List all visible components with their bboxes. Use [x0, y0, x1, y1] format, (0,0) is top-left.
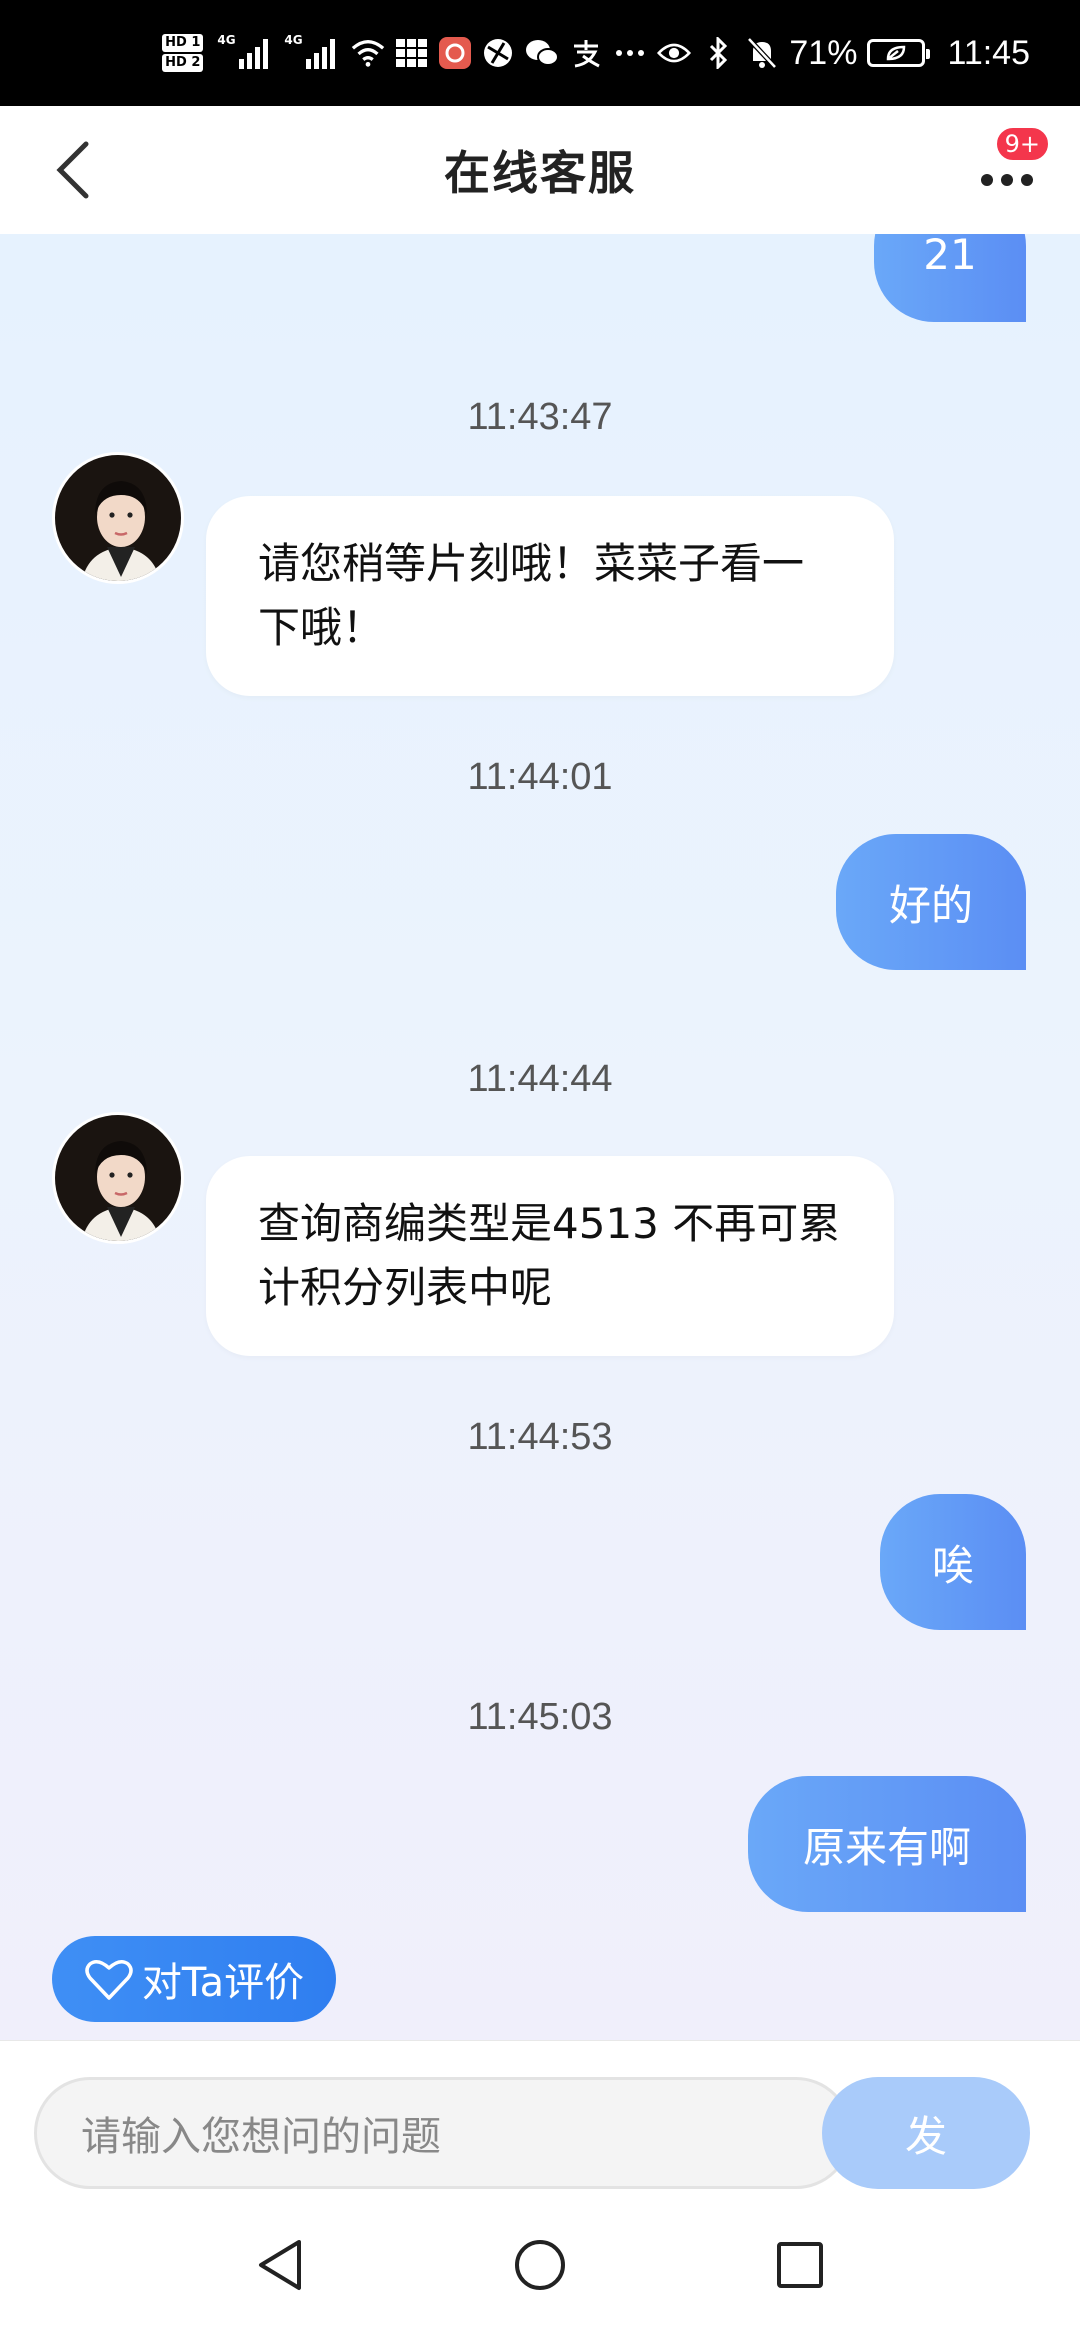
triangle-back-icon	[259, 2240, 301, 2290]
agent-avatar[interactable]	[52, 452, 184, 584]
app-header: 在线客服	[0, 106, 1080, 234]
clock: 11:45	[947, 33, 1030, 72]
message-timestamp: 11:44:01	[467, 756, 613, 798]
battery-icon	[867, 39, 931, 67]
battery-percent: 71%	[789, 33, 858, 72]
bluetooth-icon	[701, 36, 735, 70]
message-text: 原来有啊	[802, 1822, 971, 1872]
alipay-icon	[569, 36, 603, 70]
hd-label-2: HD 2	[162, 54, 204, 72]
message-text: 21	[923, 234, 977, 279]
chat-message-list[interactable]: 21 11:43:47 请您稍等片刻哦！菜菜子看一下哦！ 11:44:01 好的…	[0, 234, 1080, 2040]
network-label-1: 4G	[217, 33, 236, 47]
grid-app-icon	[395, 36, 429, 70]
app-notification-icon	[439, 37, 472, 69]
nav-home-button[interactable]	[510, 2235, 570, 2295]
more-dots-icon	[613, 36, 647, 70]
heart-icon	[85, 1960, 133, 2000]
incoming-message[interactable]: 请您稍等片刻哦！菜菜子看一下哦！	[206, 496, 894, 696]
agent-avatar[interactable]	[52, 1112, 184, 1244]
more-dot-icon	[1001, 174, 1013, 186]
signal-icon: 4G	[284, 33, 336, 69]
message-text: 唉	[932, 1540, 975, 1590]
square-recents-icon	[777, 2242, 823, 2288]
wifi-icon	[351, 36, 385, 70]
signal-icon: 4G	[217, 33, 269, 69]
wechat-icon	[525, 36, 560, 70]
agent-portrait-icon	[55, 1115, 181, 1241]
message-timestamp: 11:45:03	[467, 1696, 613, 1738]
message-input[interactable]: 请输入您想问的问题	[34, 2077, 852, 2189]
status-bar: HD 1 HD 2 4G 4G 71% 11:45	[0, 0, 1080, 106]
message-composer: 请输入您想问的问题 发	[0, 2040, 1080, 2190]
send-button[interactable]: 发	[822, 2077, 1030, 2189]
hd-label-1: HD 1	[162, 34, 204, 52]
message-text: 查询商编类型是4513 不再可累计积分列表中呢	[258, 1199, 841, 1312]
nav-back-button[interactable]	[250, 2235, 310, 2295]
message-timestamp: 11:44:53	[467, 1416, 613, 1458]
message-timestamp: 11:44:44	[467, 1058, 613, 1100]
outgoing-message[interactable]: 好的	[836, 834, 1026, 970]
nav-recents-button[interactable]	[770, 2235, 830, 2295]
message-text: 请您稍等片刻哦！菜菜子看一下哦！	[258, 539, 805, 652]
unread-count-badge: 9+	[994, 126, 1050, 162]
message-text: 好的	[888, 880, 973, 930]
incoming-message[interactable]: 查询商编类型是4513 不再可累计积分列表中呢	[206, 1156, 894, 1356]
more-dot-icon	[981, 174, 993, 186]
outgoing-message[interactable]: 21	[874, 234, 1026, 322]
network-label-2: 4G	[284, 33, 303, 47]
back-button[interactable]	[40, 136, 104, 204]
outgoing-message[interactable]: 原来有啊	[748, 1776, 1026, 1912]
eye-icon	[657, 36, 692, 70]
system-navigation-bar	[0, 2190, 1080, 2340]
message-input-placeholder: 请输入您想问的问题	[81, 2114, 441, 2160]
hd-indicator: HD 1 HD 2	[162, 33, 204, 73]
browser-icon	[481, 36, 515, 70]
message-timestamp: 11:43:47	[467, 396, 613, 438]
outgoing-message[interactable]: 唉	[880, 1494, 1026, 1630]
page-title: 在线客服	[444, 146, 636, 200]
chevron-left-icon	[56, 141, 89, 199]
rate-agent-label: 对Ta评价	[141, 1960, 305, 2006]
mute-icon	[745, 36, 779, 70]
circle-home-icon	[515, 2240, 565, 2290]
more-dot-icon	[1021, 174, 1033, 186]
send-button-label: 发	[904, 2111, 947, 2161]
agent-portrait-icon	[55, 455, 181, 581]
rate-agent-button[interactable]: 对Ta评价	[52, 1936, 336, 2022]
